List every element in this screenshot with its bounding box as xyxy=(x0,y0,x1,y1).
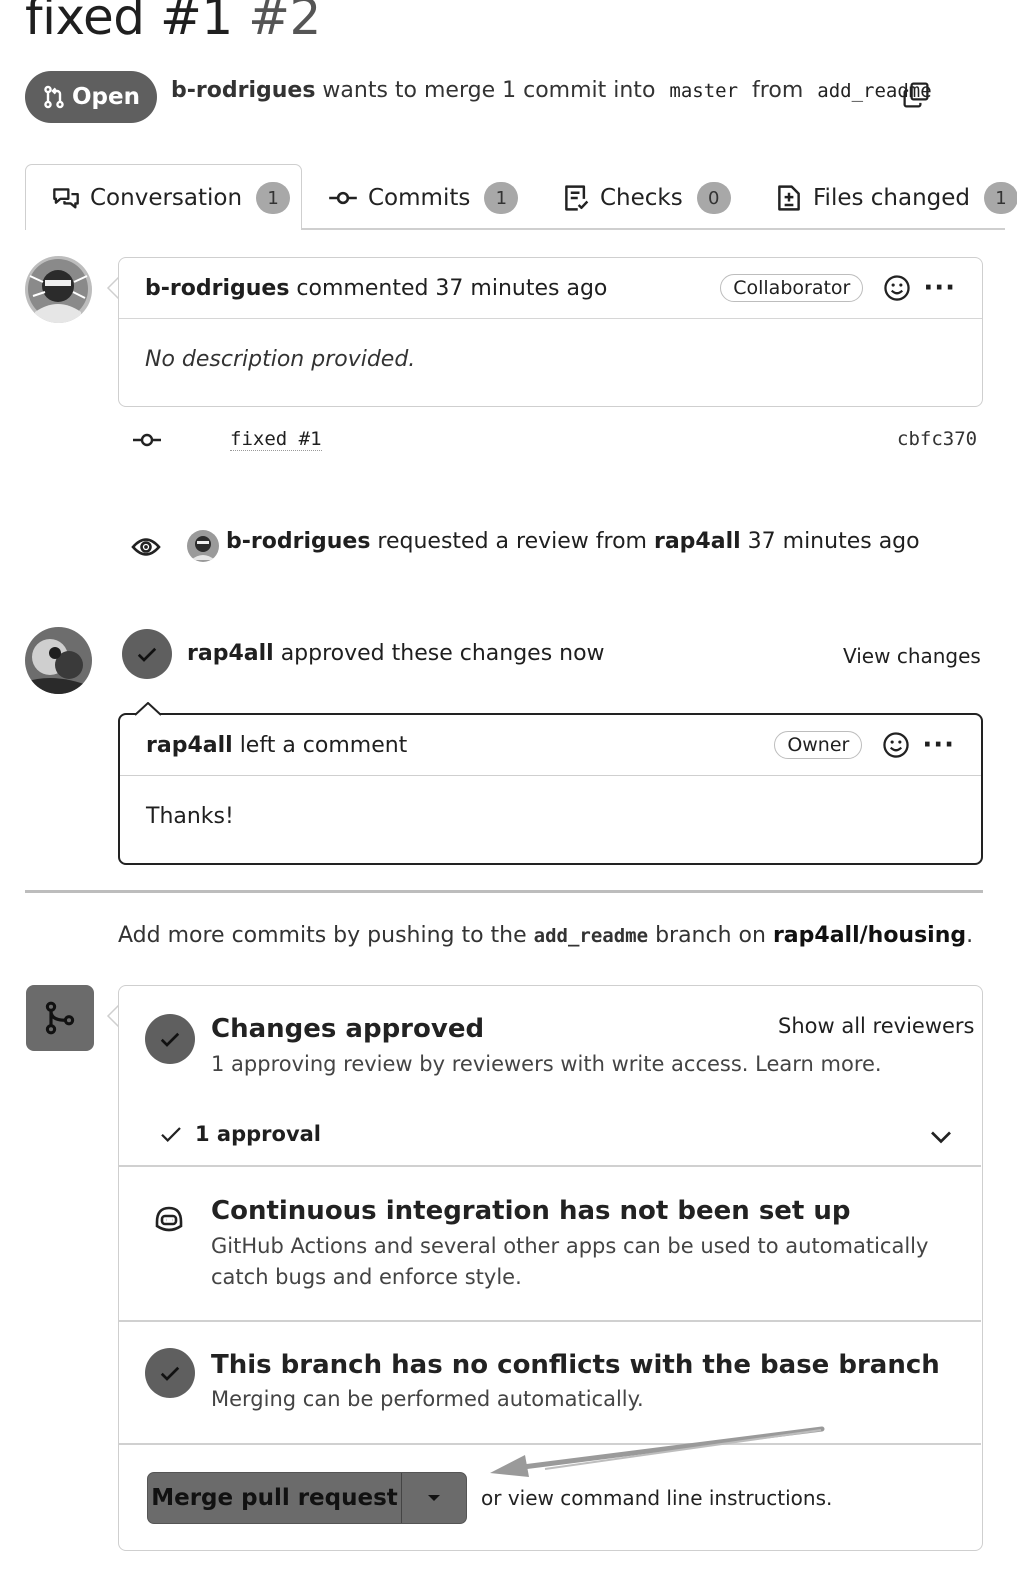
git-commit-icon xyxy=(329,191,357,205)
smiley-icon[interactable] xyxy=(882,731,910,759)
command-line-instructions-link[interactable]: command line instructions. xyxy=(560,1486,832,1510)
state-badge: Open xyxy=(25,71,157,123)
avatar-b-rodrigues[interactable] xyxy=(25,256,92,323)
comment-discussion-icon xyxy=(53,188,79,209)
triangle-down-icon xyxy=(428,1495,440,1501)
avatar-rap4all[interactable] xyxy=(25,627,92,694)
comment-body: No description provided. xyxy=(145,347,416,372)
git-merge-icon xyxy=(45,1001,75,1035)
tab-files-changed[interactable]: Files changed 1 xyxy=(775,182,1017,214)
show-all-reviewers-link[interactable]: Show all reviewers xyxy=(778,1014,975,1038)
comment-header: b-rodrigues commented 37 minutes ago Col… xyxy=(119,258,982,319)
git-commit-icon xyxy=(133,433,161,447)
merge-box-separator xyxy=(119,1165,981,1167)
pr-number: #2 xyxy=(248,0,321,46)
approver-link[interactable]: rap4all xyxy=(187,641,274,666)
merge-button-group: Merge pull request xyxy=(147,1472,467,1524)
push-hint: Add more commits by pushing to the add_r… xyxy=(118,923,973,948)
tab-commits-label: Commits xyxy=(368,185,471,211)
changes-approved-desc: 1 approving review by reviewers with wri… xyxy=(211,1052,882,1076)
merge-status-icon xyxy=(26,985,94,1051)
pr-title-text: fixed #1 xyxy=(25,0,233,46)
file-diff-icon xyxy=(778,185,800,211)
merge-pull-request-button[interactable]: Merge pull request xyxy=(148,1473,402,1523)
tab-files-changed-label: Files changed xyxy=(813,185,971,211)
merge-info: b-rodrigues wants to merge 1 commit into… xyxy=(171,78,932,103)
push-hint-suffix: . xyxy=(966,923,974,948)
or-view-text: or view xyxy=(481,1486,554,1510)
pr-title: fixed #1 #2 xyxy=(25,0,321,46)
owner-badge: Owner xyxy=(774,731,863,759)
tab-checks-count: 0 xyxy=(696,182,731,214)
no-conflicts-status-icon xyxy=(145,1348,195,1398)
changes-approved-title: Changes approved xyxy=(211,1014,485,1044)
smiley-icon[interactable] xyxy=(883,274,911,302)
from-text: from xyxy=(752,78,804,103)
copilot-icon xyxy=(155,1206,183,1232)
review-comment-author[interactable]: rap4all xyxy=(146,733,233,758)
comment-card: b-rodrigues commented 37 minutes ago Col… xyxy=(118,257,983,407)
pr-author-link[interactable]: b-rodrigues xyxy=(171,78,315,103)
cli-instructions: or view command line instructions. xyxy=(481,1486,832,1510)
review-comment-card: rap4all left a comment Owner ··· Thanks! xyxy=(118,713,983,865)
review-pointer xyxy=(135,702,161,716)
review-comment-header: rap4all left a comment Owner ··· xyxy=(120,715,981,776)
tab-checks-label: Checks xyxy=(600,185,683,211)
annotation-arrow xyxy=(490,1426,825,1477)
chevron-down-icon[interactable] xyxy=(929,1127,953,1147)
review-comment-action: left a comment xyxy=(239,732,408,758)
comment-author[interactable]: b-rodrigues xyxy=(145,276,289,301)
commit-sha-link[interactable]: cbfc370 xyxy=(897,428,977,450)
no-conflicts-desc: Merging can be performed automatically. xyxy=(211,1387,644,1411)
approved-check-icon xyxy=(122,629,172,679)
no-conflicts-title: This branch has no conflicts with the ba… xyxy=(211,1350,940,1380)
approval-text: approved these changes now xyxy=(280,641,605,666)
copy-icon[interactable] xyxy=(902,81,930,113)
view-changes-button[interactable]: View changes xyxy=(843,644,981,668)
requester-link[interactable]: b-rodrigues xyxy=(226,529,370,554)
review-request-event: b-rodrigues requested a review from rap4… xyxy=(226,529,920,554)
push-hint-branch: add_readme xyxy=(533,925,649,947)
kebab-menu-icon[interactable]: ··· xyxy=(922,730,955,760)
avatar-small-b-rodrigues[interactable] xyxy=(187,530,219,562)
check-icon xyxy=(161,1127,181,1143)
tab-checks[interactable]: Checks 0 xyxy=(562,182,731,214)
state-label: Open xyxy=(72,84,140,110)
approval-event: rap4all approved these changes now xyxy=(187,641,605,666)
request-text: requested a review from xyxy=(377,529,647,554)
merge-text: wants to merge 1 commit into xyxy=(322,78,656,103)
tab-commits-count: 1 xyxy=(484,182,519,214)
timeline-divider xyxy=(25,890,983,893)
tab-commits[interactable]: Commits 1 xyxy=(328,182,519,214)
eye-icon xyxy=(131,538,161,556)
push-hint-middle: branch on xyxy=(655,923,766,948)
review-comment-body: Thanks! xyxy=(146,804,234,829)
comment-action: commented 37 minutes ago xyxy=(296,275,608,301)
ci-desc: GitHub Actions and several other apps ca… xyxy=(211,1234,929,1289)
commit-message-link[interactable]: fixed #1 xyxy=(230,428,322,451)
tab-conversation-label: Conversation xyxy=(90,185,243,211)
repo-link[interactable]: rap4all/housing xyxy=(773,923,966,948)
tab-conversation[interactable]: Conversation 1 xyxy=(52,182,291,214)
request-time: 37 minutes ago xyxy=(747,529,920,554)
tab-conversation-count: 1 xyxy=(256,182,291,214)
approved-status-icon xyxy=(145,1014,195,1064)
ci-title: Continuous integration has not been set … xyxy=(211,1196,851,1226)
role-badge: Collaborator xyxy=(720,274,864,302)
base-branch[interactable]: master xyxy=(669,80,738,102)
kebab-menu-icon[interactable]: ··· xyxy=(923,273,956,303)
git-pull-request-icon xyxy=(44,85,64,109)
tab-files-changed-count: 1 xyxy=(984,182,1017,214)
push-hint-prefix: Add more commits by pushing to the xyxy=(118,923,527,948)
approval-count-toggle[interactable]: 1 approval xyxy=(159,1122,321,1146)
merge-box-separator xyxy=(119,1320,981,1322)
reviewer-link[interactable]: rap4all xyxy=(654,529,741,554)
merge-method-dropdown[interactable] xyxy=(402,1493,466,1503)
checklist-icon xyxy=(565,185,589,211)
approval-count: 1 approval xyxy=(195,1122,321,1146)
